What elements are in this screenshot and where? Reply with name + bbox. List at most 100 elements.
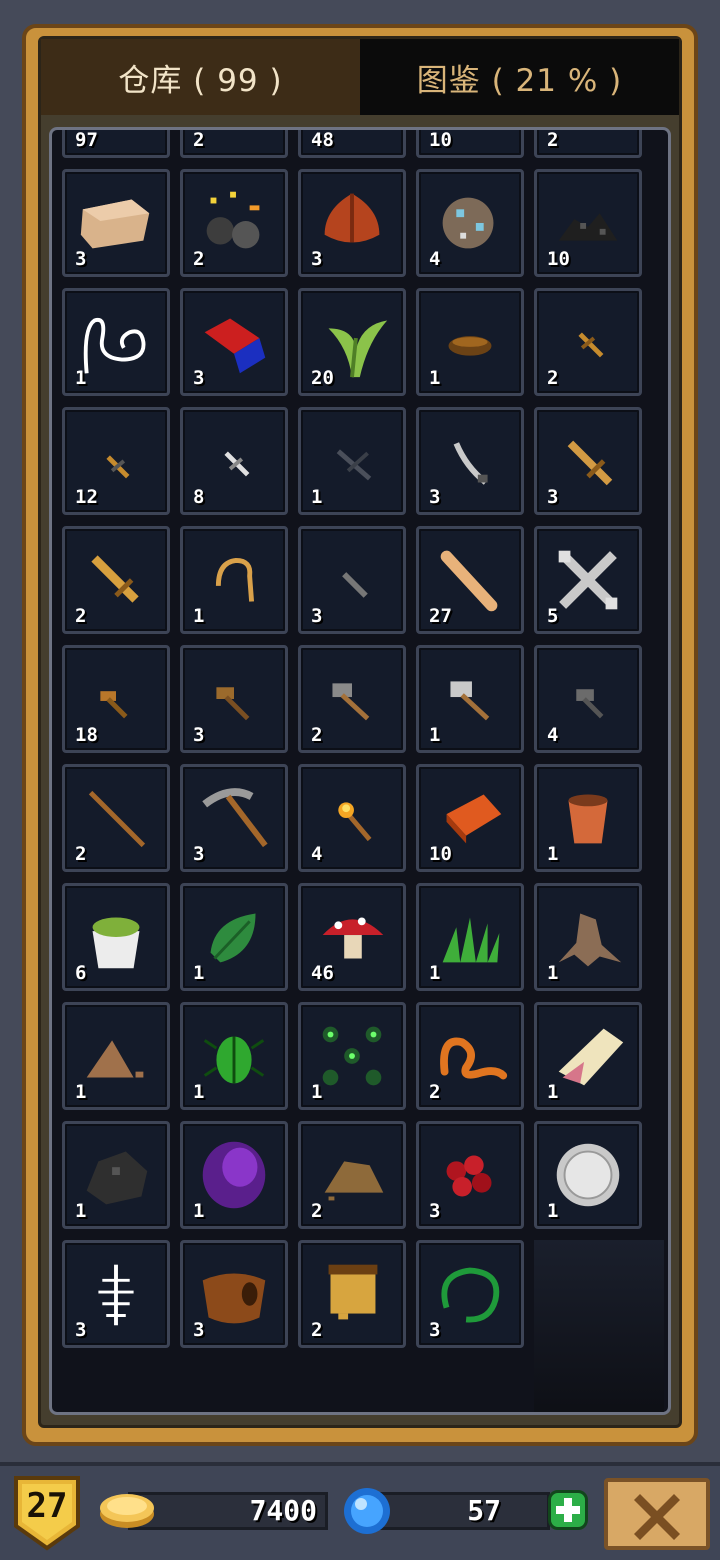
inventory-slot[interactable]: 1 bbox=[180, 526, 288, 634]
item-count: 1 bbox=[547, 962, 559, 984]
plus-icon bbox=[556, 1498, 580, 1522]
inventory-slot[interactable]: 2 bbox=[180, 130, 288, 158]
item-count: 1 bbox=[547, 843, 559, 865]
inventory-slot[interactable]: 2 bbox=[62, 526, 170, 634]
item-count: 48 bbox=[311, 129, 334, 151]
inventory-panel: 仓库 ( 99 ) 图鉴 ( 21 % ) 97 2 48 10 2 3 2 3 4 10 1 3 20… bbox=[38, 36, 682, 1428]
item-count: 12 bbox=[75, 486, 98, 508]
inventory-slot[interactable]: 1 bbox=[416, 645, 524, 753]
inventory-slot[interactable]: 20 bbox=[298, 288, 406, 396]
inventory-slot[interactable]: 46 bbox=[298, 883, 406, 991]
item-count: 1 bbox=[75, 1081, 87, 1103]
bottom-bar: 27 7400 57 bbox=[0, 1462, 720, 1560]
item-count: 4 bbox=[547, 724, 559, 746]
inventory-slot[interactable]: 48 bbox=[298, 129, 406, 158]
inventory-slot[interactable]: 1 bbox=[534, 764, 642, 872]
inventory-slot[interactable]: 2 bbox=[298, 645, 406, 753]
inventory-slot[interactable]: 1 bbox=[298, 407, 406, 515]
inventory-slot[interactable]: 3 bbox=[416, 1121, 524, 1229]
item-count: 4 bbox=[311, 843, 323, 865]
inventory-slot[interactable]: 1 bbox=[62, 288, 170, 396]
item-count: 20 bbox=[311, 367, 334, 389]
inventory-slot[interactable]: 3 bbox=[62, 169, 170, 277]
item-count: 1 bbox=[75, 367, 87, 389]
item-count: 2 bbox=[75, 605, 87, 627]
inventory-slot[interactable]: 10 bbox=[416, 764, 524, 872]
tab-warehouse[interactable]: 仓库 ( 99 ) bbox=[41, 39, 360, 115]
close-button[interactable] bbox=[604, 1478, 710, 1550]
inventory-slot[interactable]: 3 bbox=[534, 407, 642, 515]
gem-amount: 57 bbox=[467, 1494, 501, 1527]
inventory-frame: 仓库 ( 99 ) 图鉴 ( 21 % ) 97 2 48 10 2 3 2 3 4 10 1 3 20… bbox=[22, 24, 698, 1446]
inventory-slot[interactable]: 27 bbox=[416, 526, 524, 634]
inventory-slot[interactable]: 1 bbox=[62, 1121, 170, 1229]
item-count: 5 bbox=[547, 605, 559, 627]
inventory-slot[interactable]: 1 bbox=[416, 288, 524, 396]
inventory-slot[interactable]: 4 bbox=[534, 645, 642, 753]
item-count: 3 bbox=[429, 486, 441, 508]
item-count: 3 bbox=[193, 843, 205, 865]
item-count: 3 bbox=[75, 1319, 87, 1341]
inventory-grid-panel[interactable]: 97 2 48 10 2 3 2 3 4 10 1 3 20 1 2 12 8 1 3 3 2 1 3 27 5 18 3 2 1 4 2 3… bbox=[49, 127, 671, 1415]
inventory-slot[interactable]: 2 bbox=[62, 764, 170, 872]
item-count: 8 bbox=[193, 486, 205, 508]
item-count: 2 bbox=[311, 1319, 323, 1341]
item-count: 10 bbox=[429, 129, 452, 151]
item-count: 2 bbox=[311, 1200, 323, 1222]
inventory-slot[interactable]: 4 bbox=[298, 764, 406, 872]
inventory-slot[interactable]: 1 bbox=[416, 883, 524, 991]
item-count: 1 bbox=[193, 605, 205, 627]
inventory-slot[interactable]: 3 bbox=[298, 526, 406, 634]
inventory-slot[interactable]: 4 bbox=[416, 169, 524, 277]
tab-codex[interactable]: 图鉴 ( 21 % ) bbox=[360, 39, 679, 115]
inventory-slot[interactable]: 2 bbox=[534, 288, 642, 396]
inventory-slot[interactable]: 10 bbox=[534, 169, 642, 277]
inventory-slot[interactable]: 10 bbox=[416, 129, 524, 158]
inventory-slot[interactable]: 1 bbox=[298, 1002, 406, 1110]
item-count: 1 bbox=[75, 1200, 87, 1222]
item-count: 18 bbox=[75, 724, 98, 746]
inventory-slot[interactable]: 3 bbox=[180, 1240, 288, 1348]
tab-bar: 仓库 ( 99 ) 图鉴 ( 21 % ) bbox=[41, 39, 679, 115]
inventory-slot[interactable]: 97 bbox=[62, 130, 170, 158]
item-count: 3 bbox=[193, 367, 205, 389]
item-count: 1 bbox=[193, 1081, 205, 1103]
inventory-slot[interactable]: 3 bbox=[62, 1240, 170, 1348]
inventory-slot[interactable]: 1 bbox=[534, 1002, 642, 1110]
inventory-slot[interactable]: 1 bbox=[180, 1121, 288, 1229]
inventory-slot[interactable]: 3 bbox=[180, 645, 288, 753]
item-count: 1 bbox=[547, 1081, 559, 1103]
level-number: 27 bbox=[26, 1486, 68, 1526]
gold-coin-icon bbox=[100, 1494, 154, 1528]
item-count: 3 bbox=[193, 1319, 205, 1341]
inventory-slot[interactable]: 18 bbox=[62, 645, 170, 753]
add-gems-button[interactable] bbox=[548, 1490, 588, 1530]
item-count: 2 bbox=[311, 724, 323, 746]
inventory-slot[interactable]: 2 bbox=[416, 1002, 524, 1110]
empty-slot-area bbox=[534, 1240, 664, 1412]
gold-amount: 7400 bbox=[249, 1494, 317, 1527]
inventory-slot[interactable]: 8 bbox=[180, 407, 288, 515]
inventory-slot[interactable]: 3 bbox=[180, 288, 288, 396]
inventory-slot[interactable]: 3 bbox=[416, 1240, 524, 1348]
inventory-slot[interactable]: 2 bbox=[298, 1240, 406, 1348]
inventory-slot[interactable]: 1 bbox=[62, 1002, 170, 1110]
item-count: 1 bbox=[429, 367, 441, 389]
item-count: 6 bbox=[75, 962, 87, 984]
item-count: 1 bbox=[193, 1200, 205, 1222]
inventory-slot[interactable]: 2 bbox=[180, 169, 288, 277]
inventory-slot[interactable]: 1 bbox=[534, 1121, 642, 1229]
inventory-slot[interactable]: 2 bbox=[298, 1121, 406, 1229]
inventory-slot[interactable]: 6 bbox=[62, 883, 170, 991]
inventory-slot[interactable]: 12 bbox=[62, 407, 170, 515]
item-count: 3 bbox=[547, 486, 559, 508]
item-count: 10 bbox=[429, 843, 452, 865]
inventory-slot[interactable]: 5 bbox=[534, 526, 642, 634]
inventory-slot[interactable]: 3 bbox=[180, 764, 288, 872]
inventory-slot[interactable]: 1 bbox=[180, 883, 288, 991]
inventory-slot[interactable]: 1 bbox=[180, 1002, 288, 1110]
inventory-slot[interactable]: 3 bbox=[416, 407, 524, 515]
inventory-slot[interactable]: 2 bbox=[534, 130, 642, 158]
inventory-slot[interactable]: 3 bbox=[298, 169, 406, 277]
inventory-slot[interactable]: 1 bbox=[534, 883, 642, 991]
